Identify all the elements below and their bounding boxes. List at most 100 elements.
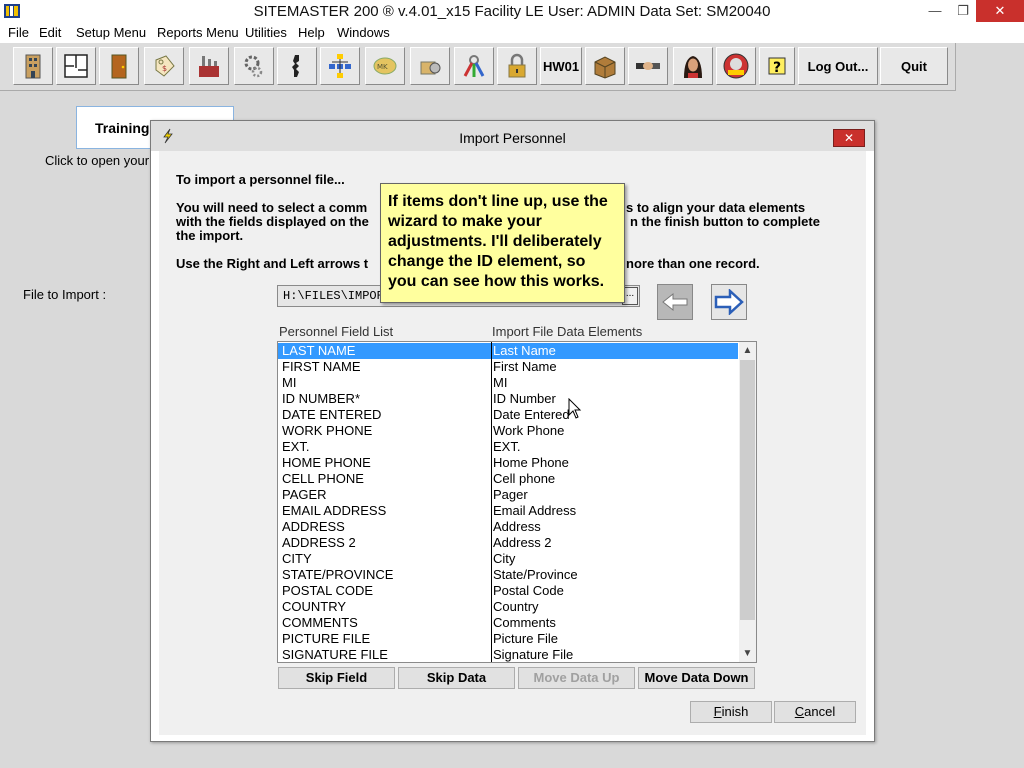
mapping-row[interactable]: COMMENTS Comments — [278, 615, 738, 631]
menu-edit[interactable]: Edit — [39, 25, 61, 40]
toolbar-safety-badge-button[interactable] — [716, 47, 756, 85]
personnel-field: STATE/PROVINCE — [282, 567, 394, 582]
mapping-row[interactable]: ADDRESS Address — [278, 519, 738, 535]
menu-help[interactable]: Help — [298, 25, 325, 40]
import-data-element: Picture File — [493, 631, 559, 646]
mapping-row[interactable]: EMAIL ADDRESS Email Address — [278, 503, 738, 519]
personnel-field: ID NUMBER* — [282, 391, 361, 406]
move-data-up-button[interactable]: Move Data Up — [518, 667, 635, 689]
mapping-row[interactable]: ADDRESS 2 Address 2 — [278, 535, 738, 551]
mapping-row[interactable]: SIGNATURE FILE Signature File — [278, 647, 738, 663]
finish-button[interactable]: Finish — [690, 701, 772, 723]
mapping-row[interactable]: CELL PHONE Cell phone — [278, 471, 738, 487]
skip-field-button[interactable]: Skip Field — [278, 667, 395, 689]
quit-button[interactable]: Quit — [880, 47, 948, 85]
toolbar-floorplan-button[interactable] — [56, 47, 96, 85]
skip-data-button[interactable]: Skip Data — [398, 667, 515, 689]
personnel-field: ADDRESS 2 — [282, 535, 356, 550]
toolbar-building-button[interactable] — [13, 47, 53, 85]
menu-utilities[interactable]: Utilities — [245, 25, 287, 40]
toolbar-hierarchy-button[interactable] — [320, 47, 360, 85]
mapping-row[interactable]: STATE/PROVINCE State/Province — [278, 567, 738, 583]
mapping-row[interactable]: FIRST NAME First Name — [278, 359, 738, 375]
close-window-button[interactable]: ✕ — [976, 0, 1024, 22]
toolbar-factory-button[interactable] — [189, 47, 229, 85]
menu-bar: File Edit Setup Menu Reports Menu Utilit… — [0, 23, 1024, 43]
handshake-icon — [636, 62, 660, 70]
svg-text:MK: MK — [377, 63, 388, 71]
toolbar-padlock-button[interactable] — [497, 47, 537, 85]
import-data-element: Signature File — [493, 647, 574, 662]
cancel-button[interactable]: Cancel — [774, 701, 856, 723]
import-data-element: City — [493, 551, 516, 566]
mapping-row[interactable]: MI MI — [278, 375, 738, 391]
mapping-row[interactable]: DATE ENTERED Date Entered — [278, 407, 738, 423]
instructions-line-1: You will need to select a comm — [176, 200, 368, 215]
toolbar-gears-button[interactable] — [234, 47, 274, 85]
menu-setup[interactable]: Setup Menu — [76, 25, 146, 40]
import-data-element: Home Phone — [493, 455, 569, 470]
help-icon: ? — [768, 57, 786, 76]
personnel-field: ADDRESS — [282, 519, 345, 534]
hierarchy-icon — [329, 54, 351, 78]
menu-file[interactable]: File — [8, 25, 29, 40]
mapping-row[interactable]: WORK PHONE Work Phone — [278, 423, 738, 439]
import-data-element: Address 2 — [493, 535, 552, 550]
instructions-line-2: with the fields displayed on the — [176, 214, 369, 229]
import-data-element: Cell phone — [493, 471, 556, 486]
import-data-element: ID Number — [493, 391, 556, 406]
menu-windows[interactable]: Windows — [337, 25, 390, 40]
window-titlebar: SITEMASTER 200 ® v.4.01_x15 Facility LE … — [0, 0, 1024, 23]
move-data-down-button[interactable]: Move Data Down — [638, 667, 755, 689]
dialog-close-button[interactable]: ✕ — [833, 129, 865, 147]
mapping-row[interactable]: PICTURE FILE Picture File — [278, 631, 738, 647]
list-scrollbar[interactable]: ▲ ▼ — [739, 342, 756, 662]
scroll-up-icon[interactable]: ▲ — [739, 342, 756, 359]
minimize-button[interactable]: — — [920, 0, 950, 22]
mapping-row[interactable]: COUNTRY Country — [278, 599, 738, 615]
toolbar-lock-cylinder-button[interactable] — [410, 47, 450, 85]
toolbar-hw01-button[interactable]: HW01 — [540, 47, 582, 85]
toolbar-key-ring-button[interactable] — [454, 47, 494, 85]
import-data-element: Comments — [493, 615, 556, 630]
mapping-row[interactable]: PAGER Pager — [278, 487, 738, 503]
mapping-row[interactable]: EXT. EXT. — [278, 439, 738, 455]
floorplan-icon — [64, 54, 88, 78]
toolbar-box-button[interactable] — [585, 47, 625, 85]
toolbar-handshake-button[interactable] — [628, 47, 668, 85]
mapping-row[interactable]: ID NUMBER* ID Number — [278, 391, 738, 407]
scroll-thumb[interactable] — [740, 360, 755, 620]
personnel-field: LAST NAME — [282, 343, 356, 358]
toolbar-key-tag-button[interactable]: $ — [144, 47, 184, 85]
scroll-down-icon[interactable]: ▼ — [739, 645, 756, 662]
field-mapping-list[interactable]: LAST NAME Last Name FIRST NAME First Name MI… — [277, 341, 757, 663]
master-key-icon: MK — [373, 57, 397, 75]
next-record-button[interactable] — [711, 284, 747, 320]
mapping-row[interactable]: POSTAL CODE Postal Code — [278, 583, 738, 599]
arrows-instruction-end: nore than one record. — [626, 256, 760, 271]
menu-reports[interactable]: Reports Menu — [157, 25, 239, 40]
toolbar-master-key-button[interactable]: MK — [365, 47, 405, 85]
logout-button[interactable]: Log Out... — [798, 47, 878, 85]
instructions-line-2-end: n the finish button to complete — [630, 214, 820, 229]
personnel-field: EMAIL ADDRESS — [282, 503, 387, 518]
import-data-element: Country — [493, 599, 539, 614]
previous-record-button[interactable] — [657, 284, 693, 320]
mapping-row[interactable]: HOME PHONE Home Phone — [278, 455, 738, 471]
mapping-row[interactable]: LAST NAME Last Name — [278, 343, 738, 359]
personnel-field: COUNTRY — [282, 599, 347, 614]
toolbar-key-cut-button[interactable] — [277, 47, 317, 85]
personnel-field: POSTAL CODE — [282, 583, 374, 598]
lock-cylinder-icon — [420, 61, 441, 75]
click-hint-text: Click to open your — [45, 153, 150, 168]
toolbar-person-button[interactable] — [673, 47, 713, 85]
personnel-field: CELL PHONE — [282, 471, 364, 486]
toolbar-door-button[interactable] — [99, 47, 139, 85]
personnel-field: CITY — [282, 551, 312, 566]
maximize-button[interactable]: ❐ — [950, 0, 976, 22]
box-icon — [594, 56, 616, 79]
gears-icon — [244, 55, 263, 78]
toolbar-help-button[interactable]: ? — [759, 47, 795, 85]
mapping-row[interactable]: CITY City — [278, 551, 738, 567]
import-data-element: MI — [493, 375, 508, 390]
